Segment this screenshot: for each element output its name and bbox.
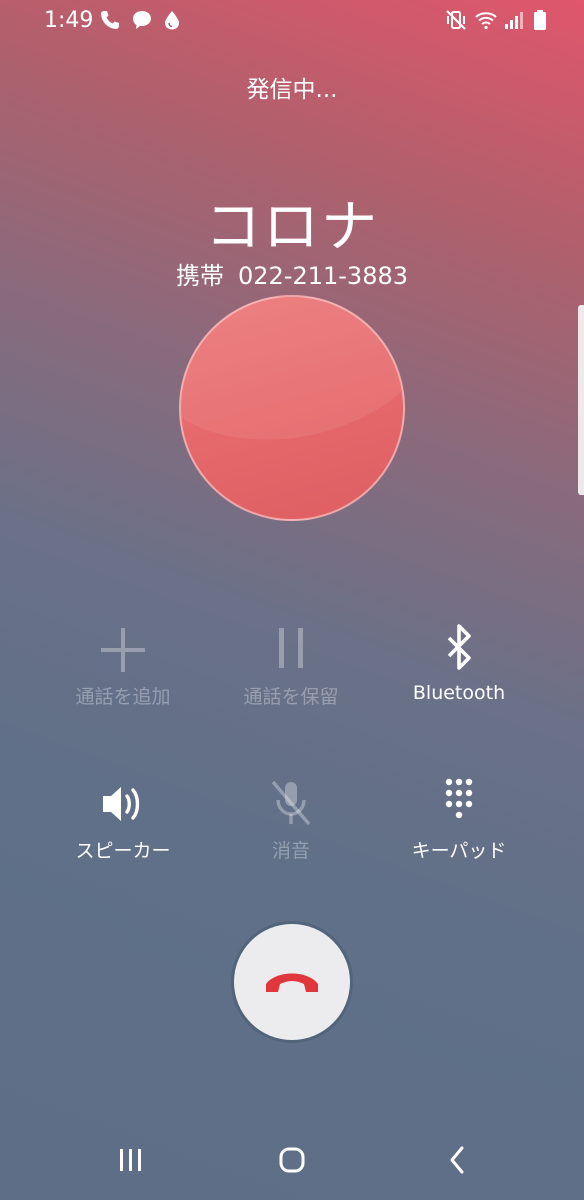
status-bar: 1:49 bbox=[0, 0, 584, 44]
call-status: 発信中... bbox=[246, 77, 338, 103]
plus-icon bbox=[101, 628, 145, 672]
chat-bubble-icon bbox=[133, 11, 151, 29]
navigation-bar bbox=[0, 1120, 584, 1200]
bluetooth-icon bbox=[447, 624, 471, 670]
add-call-button[interactable]: 通話を追加 bbox=[38, 622, 208, 709]
pause-icon bbox=[279, 628, 303, 668]
speaker-label: スピーカー bbox=[75, 840, 171, 862]
mute-label: 消音 bbox=[271, 840, 310, 862]
hold-call-button[interactable]: 通話を保留 bbox=[206, 622, 376, 709]
battery-icon bbox=[534, 10, 546, 30]
contact-avatar bbox=[179, 295, 405, 521]
hang-up-icon bbox=[266, 973, 318, 992]
mic-off-icon bbox=[271, 780, 311, 826]
phone-type: 携帯 bbox=[175, 262, 224, 290]
add-call-label: 通話を追加 bbox=[75, 686, 171, 708]
phone-number: 022-211-3883 bbox=[237, 262, 408, 290]
keypad-button[interactable]: キーパッド bbox=[374, 776, 544, 863]
signal-icon bbox=[505, 12, 523, 29]
speaker-button[interactable]: スピーカー bbox=[38, 776, 208, 863]
back-icon[interactable] bbox=[438, 1140, 478, 1180]
keypad-label: キーパッド bbox=[411, 840, 507, 862]
phone-line: 携帯 022-211-3883 bbox=[0, 256, 584, 291]
recent-apps-icon[interactable] bbox=[110, 1140, 150, 1180]
drop-icon bbox=[165, 11, 179, 30]
hold-call-label: 通話を保留 bbox=[243, 686, 339, 708]
bluetooth-button[interactable]: Bluetooth bbox=[374, 622, 544, 704]
speaker-icon bbox=[103, 787, 140, 821]
mute-button[interactable]: 消音 bbox=[206, 776, 376, 863]
phone-icon bbox=[101, 11, 119, 29]
edge-panel-handle[interactable] bbox=[578, 305, 584, 495]
contact-name: コロナ bbox=[205, 195, 379, 260]
avatar-sheen bbox=[181, 297, 403, 467]
end-call-button[interactable] bbox=[234, 924, 350, 1040]
dialpad-icon bbox=[445, 778, 473, 819]
wifi-icon bbox=[475, 12, 497, 30]
vibrate-mute-icon bbox=[446, 10, 466, 30]
status-time: 1:49 bbox=[44, 8, 94, 33]
home-icon[interactable] bbox=[272, 1140, 312, 1180]
bluetooth-label: Bluetooth bbox=[412, 682, 506, 704]
